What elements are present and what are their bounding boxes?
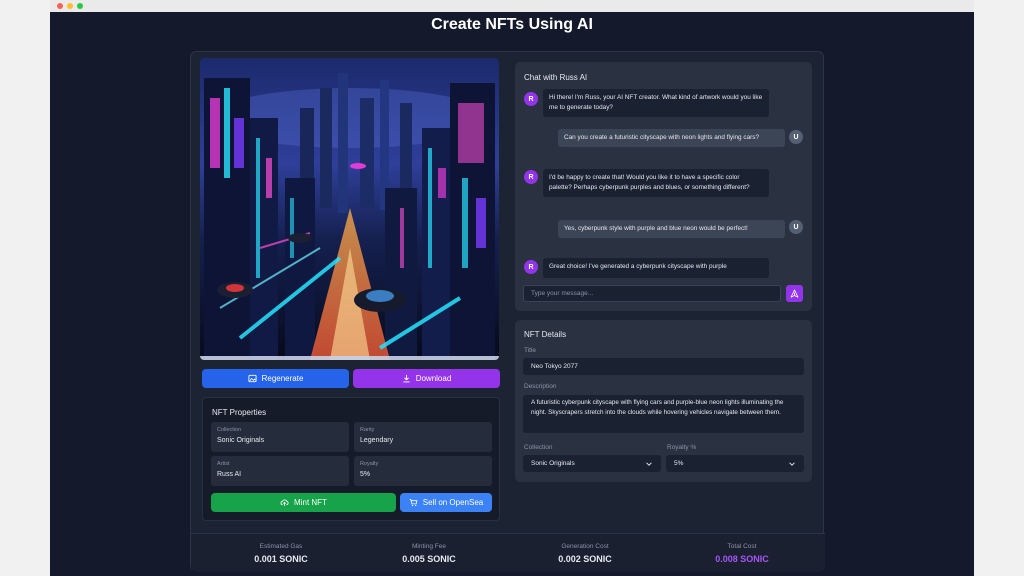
ai-avatar: R [524, 92, 538, 106]
collection-label: Collection [524, 444, 553, 451]
estimated-gas-stat: Estimated Gas 0.001 SONIC [211, 543, 351, 564]
user-avatar: U [789, 220, 803, 234]
cost-summary-bar: Estimated Gas 0.001 SONIC Minting Fee 0.… [191, 533, 825, 572]
royalty-select[interactable]: 5% [666, 455, 804, 472]
regenerate-button[interactable]: Regenerate [202, 369, 349, 388]
nft-properties-panel: NFT Properties Collection Sonic Original… [202, 397, 500, 521]
royalty-select-value: 5% [674, 460, 684, 467]
chat-message-input[interactable] [523, 285, 781, 302]
property-label: Rarity [360, 427, 375, 433]
chevron-down-icon [646, 461, 652, 466]
property-label: Collection [217, 427, 242, 433]
shopping-cart-icon [409, 498, 418, 507]
property-artist: Artist Russ AI [211, 456, 349, 486]
property-value: Legendary [360, 437, 394, 444]
maximize-window-button[interactable] [77, 3, 83, 9]
ai-avatar: R [524, 260, 538, 274]
user-avatar: U [789, 130, 803, 144]
chat-message-ai: Hi there! I'm Russ, your AI NFT creator.… [543, 89, 769, 117]
property-label: Royalty [360, 461, 379, 467]
browser-titlebar [50, 0, 974, 12]
cost-label: Minting Fee [412, 543, 446, 550]
cloud-upload-icon [280, 499, 289, 506]
property-rarity: Rarity Legendary [354, 422, 492, 452]
download-label: Download [415, 374, 452, 383]
chat-panel: Chat with Russ AI R Hi there! I'm Russ, … [515, 62, 812, 311]
minimize-window-button[interactable] [67, 3, 73, 9]
cost-value: 0.002 SONIC [558, 554, 612, 564]
chat-message-user: Yes, cyberpunk style with purple and blu… [558, 220, 785, 238]
total-cost-stat: Total Cost 0.008 SONIC [672, 543, 812, 564]
property-value: Sonic Originals [217, 437, 265, 444]
property-royalty: Royalty 5% [354, 456, 492, 486]
chat-message-user: Can you create a futuristic cityscape wi… [558, 129, 785, 147]
page-title: Create NFTs Using AI [431, 16, 593, 33]
ai-avatar: R [524, 170, 538, 184]
property-label: Artist [217, 461, 230, 467]
chat-message-ai: I'd be happy to create that! Would you l… [543, 169, 769, 197]
property-value: Russ AI [217, 471, 242, 478]
download-button[interactable]: Download [353, 369, 500, 388]
cost-label: Generation Cost [561, 543, 609, 550]
title-label: Title [524, 347, 537, 354]
app-window: Create NFTs Using AI Regenerate Download… [50, 0, 974, 576]
mint-nft-button[interactable]: Mint NFT [211, 493, 396, 512]
cyberpunk-cityscape-illustration [200, 58, 499, 360]
total-cost-value: 0.008 SONIC [715, 554, 769, 564]
send-icon [790, 289, 799, 298]
minting-fee-stat: Minting Fee 0.005 SONIC [359, 543, 499, 564]
generated-artwork-image [200, 58, 499, 360]
cost-value: 0.005 SONIC [402, 554, 456, 564]
cost-label: Estimated Gas [259, 543, 303, 550]
download-icon [403, 374, 410, 383]
nft-details-title: NFT Details [524, 330, 567, 339]
sell-on-opensea-label: Sell on OpenSea [422, 498, 484, 507]
regenerate-label: Regenerate [261, 374, 304, 383]
nft-details-panel: NFT Details Title Neo Tokyo 2077 Descrip… [515, 320, 812, 482]
chevron-down-icon [789, 461, 795, 466]
cost-value: 0.001 SONIC [254, 554, 308, 564]
send-message-button[interactable] [786, 285, 803, 302]
cost-label: Total Cost [727, 543, 757, 550]
nft-creator-card: Regenerate Download NFT Properties Colle… [190, 51, 825, 572]
image-icon [248, 374, 257, 383]
property-value: 5% [360, 471, 371, 478]
property-collection: Collection Sonic Originals [211, 422, 349, 452]
generation-cost-stat: Generation Cost 0.002 SONIC [515, 543, 655, 564]
collection-select-value: Sonic Originals [531, 460, 575, 467]
collection-select[interactable]: Sonic Originals [523, 455, 661, 472]
royalty-label: Royalty % [667, 444, 697, 451]
description-label: Description [524, 383, 557, 390]
sell-on-opensea-button[interactable]: Sell on OpenSea [400, 493, 492, 512]
nft-description-textarea[interactable]: A futuristic cyberpunk cityscape with fl… [523, 395, 804, 433]
mint-nft-label: Mint NFT [294, 498, 327, 507]
close-window-button[interactable] [57, 3, 63, 9]
nft-title-input[interactable]: Neo Tokyo 2077 [523, 358, 804, 375]
chat-message-ai: Great choice! I've generated a cyberpunk… [543, 258, 769, 278]
chat-title: Chat with Russ AI [524, 73, 588, 82]
nft-properties-title: NFT Properties [212, 408, 267, 417]
